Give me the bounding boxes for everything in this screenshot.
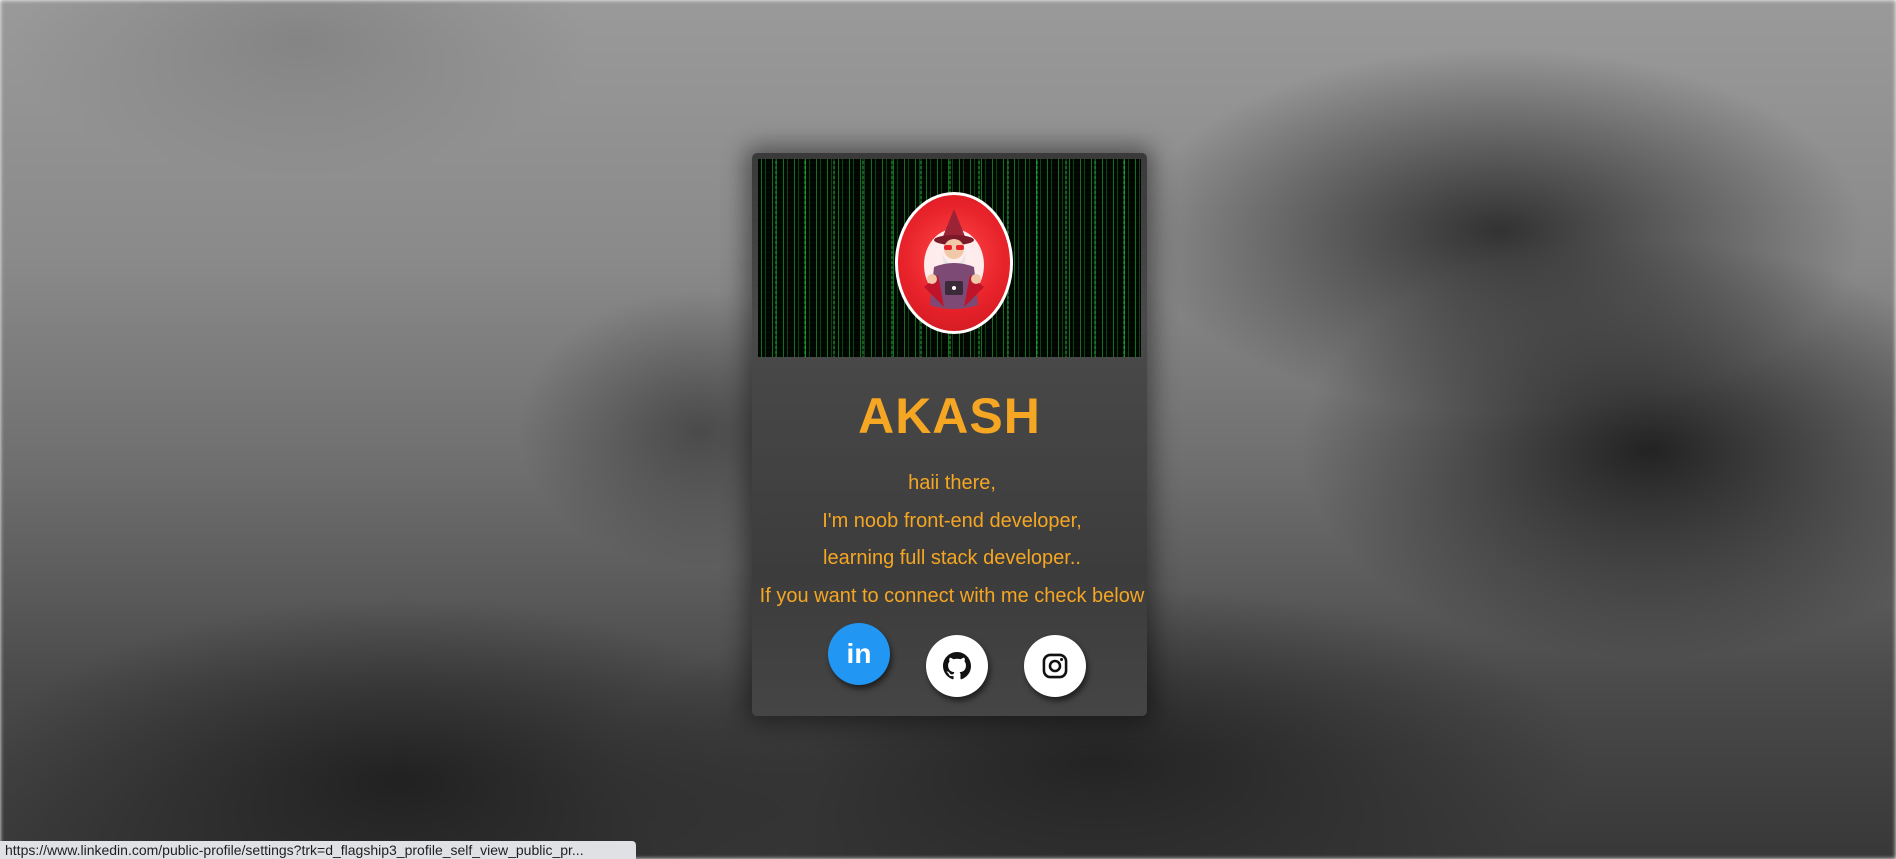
bio-line-greeting: haii there, (908, 472, 996, 494)
profile-name: AKASH (858, 388, 1041, 444)
github-icon (943, 652, 971, 680)
linkedin-icon: in (846, 638, 872, 669)
bio-line-learning: learning full stack developer.. (823, 547, 1081, 569)
instagram-button[interactable] (1024, 635, 1086, 697)
matrix-code-banner (758, 159, 1141, 357)
wizard-illustration-icon (924, 209, 984, 309)
github-button[interactable] (926, 635, 988, 697)
wizard-avatar-image (898, 195, 1010, 331)
bio-line-connect: If you want to connect with me check bel… (759, 585, 1145, 607)
profile-card: AKASH haii there, I'm noob front-end dev… (752, 153, 1147, 716)
bio-line-role: I'm noob front-end developer, (822, 510, 1082, 532)
instagram-icon (1042, 653, 1068, 679)
avatar (895, 192, 1013, 334)
linkedin-button[interactable]: in (828, 623, 890, 685)
link-preview-status-bar: https://www.linkedin.com/public-profile/… (0, 841, 636, 859)
